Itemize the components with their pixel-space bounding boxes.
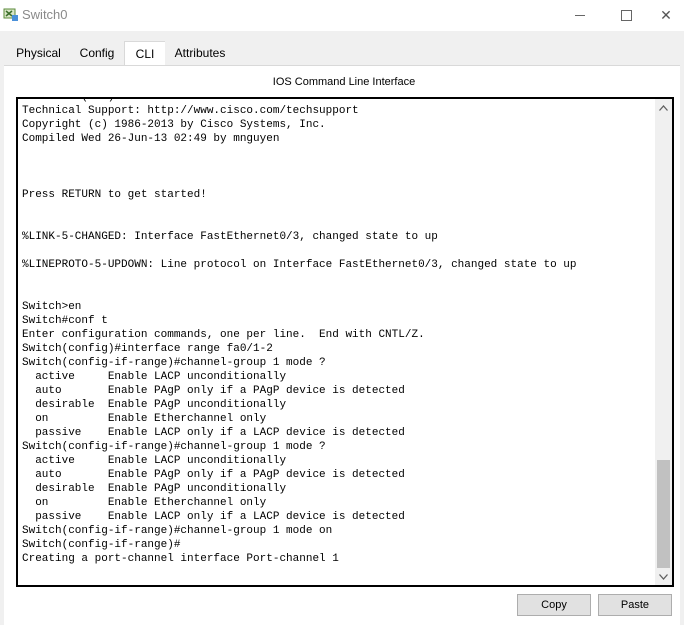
terminal-line: Technical Support: http://www.cisco.com/… <box>22 105 359 117</box>
close-button[interactable]: ✕ <box>648 0 684 31</box>
terminal-line: Switch(config-if-range)#channel-group 1 … <box>22 441 326 453</box>
terminal-line: Switch(config-if-range)#channel-group 1 … <box>22 525 333 537</box>
terminal-line: passive Enable LACP only if a LACP devic… <box>22 511 405 523</box>
terminal-line: Switch(config)#interface range fa0/1-2 <box>22 343 273 355</box>
packet-tracer-switch-icon <box>3 8 18 21</box>
window-title: Switch0 <box>22 7 68 22</box>
terminal-line: Switch(config-if-range)# <box>22 539 181 551</box>
panel-heading: IOS Command Line Interface <box>272 76 416 88</box>
cli-panel: IOS Command Line Interface SOFTWARE (fc1… <box>4 65 680 625</box>
minimize-button[interactable] <box>557 0 603 31</box>
terminal-line: Compiled Wed 26-Jun-13 02:49 by mnguyen <box>22 133 280 145</box>
terminal-line: desirable Enable PAgP unconditionally <box>22 483 287 495</box>
terminal-line: passive Enable LACP only if a LACP devic… <box>22 427 405 439</box>
terminal-line: Enter configuration commands, one per li… <box>22 329 425 341</box>
terminal-line: Switch>en <box>22 301 82 313</box>
title-bar: Switch0 ✕ <box>0 0 684 31</box>
maximize-icon <box>620 10 632 21</box>
terminal-output: SOFTWARE (fc1) Technical Support: http://… <box>22 97 652 566</box>
minimize-icon <box>575 15 585 16</box>
tab-physical[interactable]: Physical <box>5 41 72 65</box>
paste-button[interactable]: Paste <box>598 594 672 616</box>
tab-cli[interactable]: CLI <box>124 41 166 68</box>
terminal-line: on Enable Etherchannel only <box>22 413 267 425</box>
terminal-scrollbar[interactable] <box>655 99 672 585</box>
scroll-thumb[interactable] <box>657 460 670 568</box>
terminal-line: active Enable LACP unconditionally <box>22 455 287 467</box>
terminal-line: Copyright (c) 1986-2013 by Cisco Systems… <box>22 119 326 131</box>
chevron-down-icon[interactable] <box>655 568 672 585</box>
copy-button[interactable]: Copy <box>517 594 591 616</box>
chevron-up-icon[interactable] <box>655 99 672 116</box>
terminal-line: auto Enable PAgP only if a PAgP device i… <box>22 469 405 481</box>
terminal-line: SOFTWARE (fc1) <box>22 97 115 103</box>
terminal-line: Press RETURN to get started! <box>22 189 207 201</box>
terminal-line: Creating a port-channel interface Port-c… <box>22 553 339 565</box>
close-icon: ✕ <box>660 7 672 23</box>
terminal-line: %LINEPROTO-5-UPDOWN: Line protocol on In… <box>22 259 577 271</box>
terminal-line: auto Enable PAgP only if a PAgP device i… <box>22 385 405 397</box>
terminal-line: desirable Enable PAgP unconditionally <box>22 399 287 411</box>
maximize-button[interactable] <box>603 0 649 31</box>
terminal-line: Switch#conf t <box>22 315 108 327</box>
terminal-line: %LINK-5-CHANGED: Interface FastEthernet0… <box>22 231 438 243</box>
terminal-line: on Enable Etherchannel only <box>22 497 267 509</box>
terminal-line: active Enable LACP unconditionally <box>22 371 287 383</box>
tab-config[interactable]: Config <box>71 41 123 65</box>
tab-attributes[interactable]: Attributes <box>165 41 235 65</box>
terminal-console[interactable]: SOFTWARE (fc1) Technical Support: http://… <box>16 97 674 587</box>
tab-cli-label: CLI <box>135 47 155 61</box>
terminal-line: Switch(config-if-range)#channel-group 1 … <box>22 357 326 369</box>
tab-bar: Physical Config CLI Attributes <box>4 41 680 68</box>
